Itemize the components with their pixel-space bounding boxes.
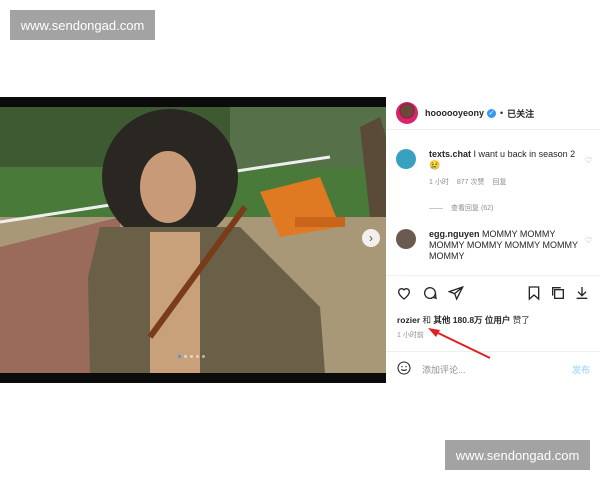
likes-summary: rozier 和 其他 180.8万 位用户 赞了	[397, 314, 530, 326]
separator-dot: •	[500, 108, 504, 118]
follow-status[interactable]: 已关注	[507, 107, 534, 120]
heart-icon[interactable]	[396, 285, 412, 301]
instagram-post: › hoooooyeony ✓ • 已关注 texts.chat I want …	[0, 97, 600, 383]
carousel-dot	[202, 355, 205, 358]
bookmark-icon[interactable]	[526, 285, 542, 301]
view-replies-label: 查看回复 (62)	[451, 205, 494, 212]
comment-avatar[interactable]	[396, 149, 416, 169]
comment-likes[interactable]: 877 次赞	[457, 177, 485, 188]
copy-icon[interactable]	[550, 285, 566, 301]
comment-icon[interactable]	[422, 285, 438, 301]
post-comment-button[interactable]: 发布	[572, 363, 590, 376]
carousel-dot	[196, 355, 199, 358]
replies-divider	[429, 207, 443, 209]
likes-suffix: 赞了	[512, 315, 530, 325]
avatar[interactable]	[396, 102, 418, 124]
carousel-dot	[178, 355, 181, 358]
post-username[interactable]: hoooooyeony	[425, 108, 484, 118]
post-side-panel: hoooooyeony ✓ • 已关注 texts.chat I want u …	[386, 97, 600, 383]
emoji-icon[interactable]	[396, 360, 412, 376]
comment-input[interactable]: 添加评论...	[422, 363, 466, 376]
watermark-bottom: www.sendongad.com	[445, 440, 590, 470]
watermark-top: www.sendongad.com	[10, 10, 155, 40]
download-icon[interactable]	[574, 285, 590, 301]
post-time: 1 小时前	[397, 332, 424, 339]
share-icon[interactable]	[448, 285, 464, 301]
comment-meta: 1 小时 877 次赞 回复	[429, 177, 596, 188]
comment-text: egg.nguyen MOMMY MOMMY MOMMY MOMMY MOMMY…	[429, 229, 579, 262]
likes-user[interactable]: rozier	[397, 315, 420, 325]
add-comment-bar: 添加评论... 发布	[386, 351, 600, 384]
next-photo-button[interactable]: ›	[362, 229, 380, 247]
comment-body: I want u back in season 2	[473, 149, 576, 159]
watermark-text: www.sendongad.com	[455, 447, 580, 463]
chevron-right-icon: ›	[369, 231, 373, 245]
comment-item: egg.nguyen MOMMY MOMMY MOMMY MOMMY MOMMY…	[396, 229, 596, 262]
photo-illustration	[0, 97, 386, 383]
emoji-icon: 😢	[429, 160, 441, 170]
comment-username[interactable]: texts.chat	[429, 149, 471, 159]
comment-time: 1 小时	[429, 179, 449, 186]
carousel-dot	[184, 355, 187, 358]
carousel-dots	[178, 355, 205, 358]
likes-middle: 和	[422, 315, 432, 325]
likes-others[interactable]: 其他 180.8万 位用户	[433, 315, 510, 325]
comment-text: texts.chat I want u back in season 2 😢	[429, 149, 579, 171]
comment-reply-button[interactable]: 回复	[492, 177, 506, 188]
comment-avatar[interactable]	[396, 229, 416, 249]
verified-icon: ✓	[487, 108, 496, 118]
post-photo: ›	[0, 97, 386, 383]
post-header: hoooooyeony ✓ • 已关注	[386, 97, 600, 130]
post-actions	[386, 275, 600, 308]
comment-heart-icon[interactable]: ♡	[585, 235, 592, 246]
carousel-dot	[190, 355, 193, 358]
view-replies-button[interactable]: 查看回复 (62)	[429, 203, 493, 213]
comment-username[interactable]: egg.nguyen	[429, 229, 480, 239]
comment-heart-icon[interactable]: ♡	[585, 155, 592, 166]
comment-item: texts.chat I want u back in season 2 😢 1…	[396, 149, 596, 188]
watermark-text: www.sendongad.com	[20, 17, 145, 33]
